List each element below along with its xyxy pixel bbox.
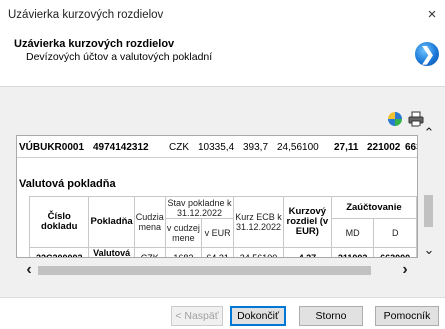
- header-md: MD: [330, 218, 375, 248]
- header-posting: Zaúčtovanie: [330, 196, 417, 219]
- finish-button[interactable]: Dokončiť: [230, 306, 286, 326]
- account-value-2: 393,7: [243, 142, 269, 153]
- cell-currency: CZK: [133, 247, 166, 257]
- section-title: Valutová pokladňa: [19, 178, 116, 190]
- account-row: VÚBUKR0001 4974142312 CZK 10335,4 393,7 …: [17, 141, 417, 157]
- footer-divider: [0, 297, 445, 298]
- table-row[interactable]: 22C200002 Valutová pokladňa CZK 1682 64,…: [28, 247, 417, 257]
- scroll-left-icon[interactable]: ‹: [22, 262, 36, 278]
- cash-table: Číslo dokladu Pokladňa Cudzia mena Stav …: [28, 196, 417, 257]
- cell-rate: 24,56100: [233, 247, 284, 257]
- wizard-next-icon: ❯: [415, 42, 439, 66]
- cell-cash-desk: Valutová pokladňa: [88, 247, 135, 257]
- cell-amount: 1682: [164, 247, 202, 257]
- header-d: D: [373, 218, 417, 248]
- title-bar: Uzávierka kurzových rozdielov ×: [0, 0, 445, 30]
- vertical-scroll-thumb[interactable]: [424, 195, 433, 227]
- window-title: Uzávierka kurzových rozdielov: [8, 9, 164, 21]
- page-subtitle: Devízových účtov a valutových pokladní: [26, 51, 213, 63]
- back-button[interactable]: < Naspäť: [171, 306, 223, 326]
- account-number: 4974142312: [93, 142, 149, 153]
- header-cash-state: Stav pokladne k 31.12.2022: [164, 196, 235, 219]
- wizard-header: Uzávierka kurzových rozdielov Devízových…: [0, 30, 445, 74]
- account-code: VÚBUKR0001: [19, 142, 85, 153]
- cell-d: 663000: [373, 247, 417, 257]
- vertical-scrollbar[interactable]: ⌃ ⌄: [419, 126, 439, 259]
- header-ecb-rate: Kurz ECB k 31.12.2022: [233, 196, 284, 248]
- horizontal-scroll-thumb[interactable]: [38, 266, 371, 275]
- help-button[interactable]: Pomocník: [375, 306, 439, 326]
- scroll-down-icon[interactable]: ⌄: [422, 243, 436, 257]
- header-state-foreign: v cudzej mene: [164, 218, 202, 248]
- header-state-eur: v EUR: [200, 218, 235, 248]
- cell-md: 211002: [330, 247, 375, 257]
- globe-icon[interactable]: [388, 112, 402, 126]
- account-value-1: 10335,4: [198, 142, 235, 153]
- header-fx-difference: Kurzový rozdiel (v EUR): [282, 196, 332, 248]
- close-icon[interactable]: ×: [423, 6, 441, 24]
- header-doc-number: Číslo dokladu: [28, 196, 90, 248]
- cancel-button[interactable]: Storno: [299, 306, 363, 326]
- account-d: 6630: [405, 142, 417, 153]
- row-divider: [17, 157, 417, 158]
- page-title: Uzávierka kurzových rozdielov: [14, 38, 175, 50]
- header-foreign-currency: Cudzia mena: [133, 196, 166, 248]
- account-diff: 27,11: [334, 142, 359, 153]
- printer-icon[interactable]: [408, 111, 424, 127]
- account-currency: CZK: [169, 142, 189, 153]
- cell-diff: 4,27: [282, 247, 332, 257]
- horizontal-scrollbar[interactable]: ‹ ›: [16, 260, 418, 280]
- header-cash-desk: Pokladňa: [88, 196, 135, 248]
- cell-eur: 64,21: [200, 247, 235, 257]
- account-rate: 24,56100: [277, 142, 319, 153]
- account-md: 221002: [367, 142, 401, 153]
- scroll-up-icon[interactable]: ⌃: [422, 126, 436, 140]
- results-panel: VÚBUKR0001 4974142312 CZK 10335,4 393,7 …: [16, 135, 418, 258]
- scroll-right-icon[interactable]: ›: [398, 262, 412, 278]
- cell-doc-number: 22C200002: [28, 247, 90, 257]
